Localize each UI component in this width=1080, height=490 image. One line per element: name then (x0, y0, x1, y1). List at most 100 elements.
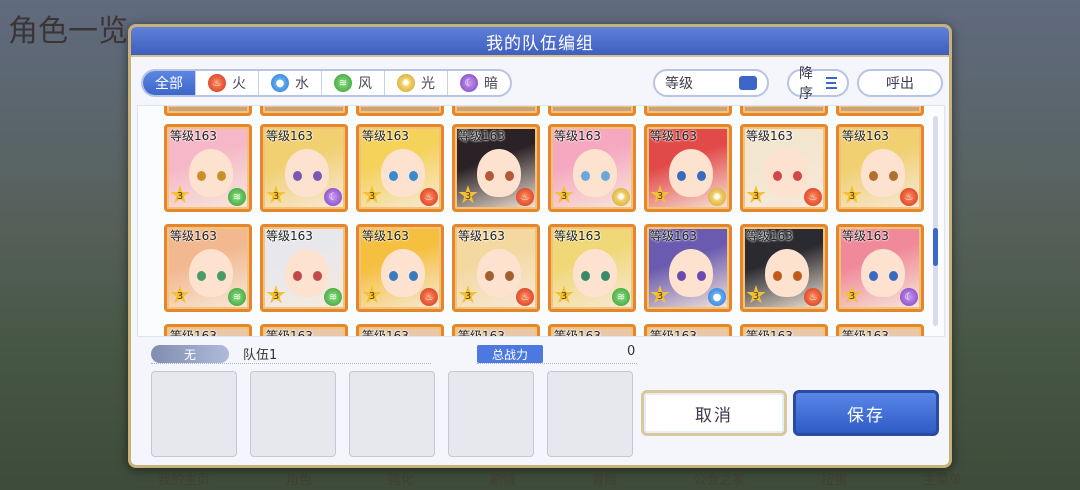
character-portrait (477, 149, 521, 197)
total-power-label: 总战力 (477, 345, 543, 363)
portrait-eye (869, 271, 878, 281)
character-card-partial[interactable] (356, 106, 444, 116)
portrait-eye (389, 171, 398, 181)
character-card-partial[interactable] (452, 106, 540, 116)
character-grid[interactable]: 等级163 3 ≋ 等级163 3 ☾ 等级163 3 ♨ 等级163 3 ♨ 等级163 3 ✺ 等级163… (137, 105, 945, 337)
character-card[interactable]: 等级163 3 ≋ (164, 124, 252, 212)
portrait-eye (601, 171, 610, 181)
sort-lines-icon (826, 77, 837, 89)
fire-icon: ♨ (804, 188, 822, 206)
character-card[interactable]: 等级163 3 ♨ (452, 124, 540, 212)
character-card[interactable]: 等级163 3 ✺ (548, 124, 636, 212)
call-label: 呼出 (886, 76, 914, 92)
character-portrait (765, 149, 809, 197)
portrait-eye (697, 171, 706, 181)
character-card-partial[interactable]: 等级163 (452, 324, 540, 336)
character-card[interactable]: 等级163 3 ♨ (836, 124, 924, 212)
portrait-eye (485, 271, 494, 281)
portrait-eye (773, 171, 782, 181)
character-card-partial[interactable] (644, 106, 732, 116)
character-card-partial[interactable] (836, 106, 924, 116)
character-card[interactable]: 等级163 3 ☾ (836, 224, 924, 312)
character-card-partial[interactable]: 等级163 (548, 324, 636, 337)
filter-tab-3[interactable]: ≋ 风 (322, 71, 385, 95)
cancel-button[interactable]: 取消 (641, 390, 787, 436)
character-card-partial[interactable] (260, 106, 348, 116)
sort-level-button[interactable]: 等级 (653, 69, 769, 97)
character-level: 等级163 (746, 329, 793, 337)
star-rank-icon: 3 (362, 185, 382, 204)
character-card[interactable]: 等级163 3 ● (644, 224, 732, 312)
character-level: 等级163 (554, 129, 601, 143)
character-card[interactable]: 等级163 3 ♨ (356, 224, 444, 312)
portrait-eye (581, 171, 590, 181)
character-card[interactable]: 等级163 3 ≋ (260, 224, 348, 312)
character-level: 等级163 (746, 229, 793, 243)
filter-tab-label: 风 (358, 76, 372, 92)
character-portrait (189, 249, 233, 297)
character-card[interactable]: 等级163 3 ♨ (452, 224, 540, 312)
character-card[interactable]: 等级163 3 ≋ (164, 224, 252, 312)
filter-tab-5[interactable]: ☾ 暗 (448, 71, 510, 95)
light-icon: ✺ (708, 188, 726, 206)
portrait-eye (197, 271, 206, 281)
sort-toggle-icon (739, 76, 757, 90)
party-slot-1[interactable] (151, 371, 237, 457)
character-portrait (765, 249, 809, 297)
portrait-eye (581, 271, 590, 281)
portrait-eye (293, 271, 302, 281)
filter-tab-0[interactable]: 全部 (143, 71, 196, 95)
character-level: 等级163 (266, 329, 313, 337)
character-card-partial[interactable]: 等级163 (356, 324, 444, 336)
fire-icon: ♨ (516, 188, 534, 206)
character-card-partial[interactable]: 等级163 (740, 324, 828, 337)
star-rank-icon: 3 (554, 185, 574, 204)
character-level: 等级163 (842, 329, 889, 337)
filter-tab-label: 火 (232, 76, 246, 92)
character-card-partial[interactable] (548, 106, 636, 116)
portrait-eye (313, 271, 322, 281)
character-card-partial[interactable]: 等级163 (260, 324, 348, 337)
portrait-eye (505, 171, 514, 181)
character-card-partial[interactable] (740, 106, 828, 116)
save-button[interactable]: 保存 (793, 390, 939, 436)
total-power-value: 0 (627, 344, 636, 359)
character-card-partial[interactable] (164, 106, 252, 116)
character-card-partial[interactable]: 等级163 (164, 324, 252, 336)
sort-order-button[interactable]: 降序 (787, 66, 849, 102)
character-card-partial[interactable]: 等级163 (644, 324, 732, 336)
portrait-eye (869, 171, 878, 181)
scroll-thumb[interactable] (933, 228, 938, 266)
portrait-eye (217, 171, 226, 181)
character-level: 等级163 (842, 129, 889, 143)
grid-scrollbar[interactable] (933, 116, 938, 326)
portrait-eye (485, 171, 494, 181)
character-level: 等级163 (170, 129, 217, 143)
dark-icon: ☾ (460, 74, 478, 92)
portrait-eye (677, 271, 686, 281)
party-slot-4[interactable] (448, 371, 534, 457)
party-slot-5[interactable] (547, 371, 633, 457)
character-level: 等级163 (458, 229, 505, 243)
character-level: 等级163 (650, 229, 697, 243)
call-button[interactable]: 呼出 (857, 69, 943, 97)
character-card[interactable]: 等级163 3 ♨ (356, 124, 444, 212)
filter-tab-4[interactable]: ✺ 光 (385, 71, 448, 95)
character-card-partial[interactable]: 等级163 (836, 324, 924, 337)
party-name[interactable]: 队伍1 (243, 344, 277, 363)
party-slot-3[interactable] (349, 371, 435, 457)
portrait-eye (773, 271, 782, 281)
star-rank-icon: 3 (746, 285, 766, 304)
character-card[interactable]: 等级163 3 ✺ (644, 124, 732, 212)
portrait-eye (793, 271, 802, 281)
party-slot-2[interactable] (250, 371, 336, 457)
filter-tab-2[interactable]: ● 水 (259, 71, 322, 95)
character-card[interactable]: 等级163 3 ♨ (740, 124, 828, 212)
filter-tab-1[interactable]: ♨ 火 (196, 71, 259, 95)
character-card[interactable]: 等级163 3 ☾ (260, 124, 348, 212)
character-card[interactable]: 等级163 3 ♨ (740, 224, 828, 312)
character-card[interactable]: 等级163 3 ≋ (548, 224, 636, 312)
divider (477, 363, 637, 364)
character-level: 等级163 (554, 329, 601, 337)
wind-icon: ≋ (324, 288, 342, 306)
